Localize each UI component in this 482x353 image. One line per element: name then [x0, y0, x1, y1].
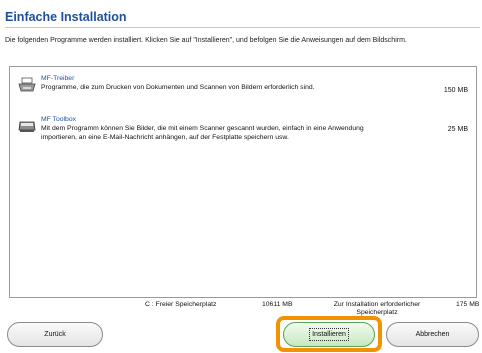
- free-space-label: C : Freier Speicherplatz: [145, 301, 217, 308]
- page-title: Einfache Installation: [5, 10, 127, 24]
- back-button[interactable]: Zurück: [7, 322, 103, 347]
- program-list: MF-Treiber Programme, die zum Drucken vo…: [9, 66, 477, 298]
- free-space-value: 10611 MB: [262, 301, 293, 308]
- instruction-text: Die folgenden Programme werden installie…: [5, 37, 407, 44]
- install-button[interactable]: Installieren: [283, 322, 375, 347]
- required-space-value: 175 MB: [456, 301, 480, 308]
- program-description: Mit dem Programm können Sie Bilder, die …: [41, 125, 364, 141]
- program-size: 150 MB: [443, 87, 468, 94]
- program-name: MF-Treiber: [41, 75, 75, 82]
- cancel-button[interactable]: Abbrechen: [386, 322, 479, 347]
- scanner-icon: [18, 118, 36, 134]
- program-size: 25 MB: [447, 126, 468, 133]
- install-button-label: Installieren: [309, 327, 349, 341]
- printer-icon: [18, 77, 36, 93]
- program-name: MF Toolbox: [41, 116, 77, 123]
- program-description: Programme, die zum Drucken von Dokumente…: [41, 84, 315, 91]
- title-divider: [5, 27, 480, 28]
- required-space-label: Zur Installation erforderlicher Speicher…: [333, 301, 421, 316]
